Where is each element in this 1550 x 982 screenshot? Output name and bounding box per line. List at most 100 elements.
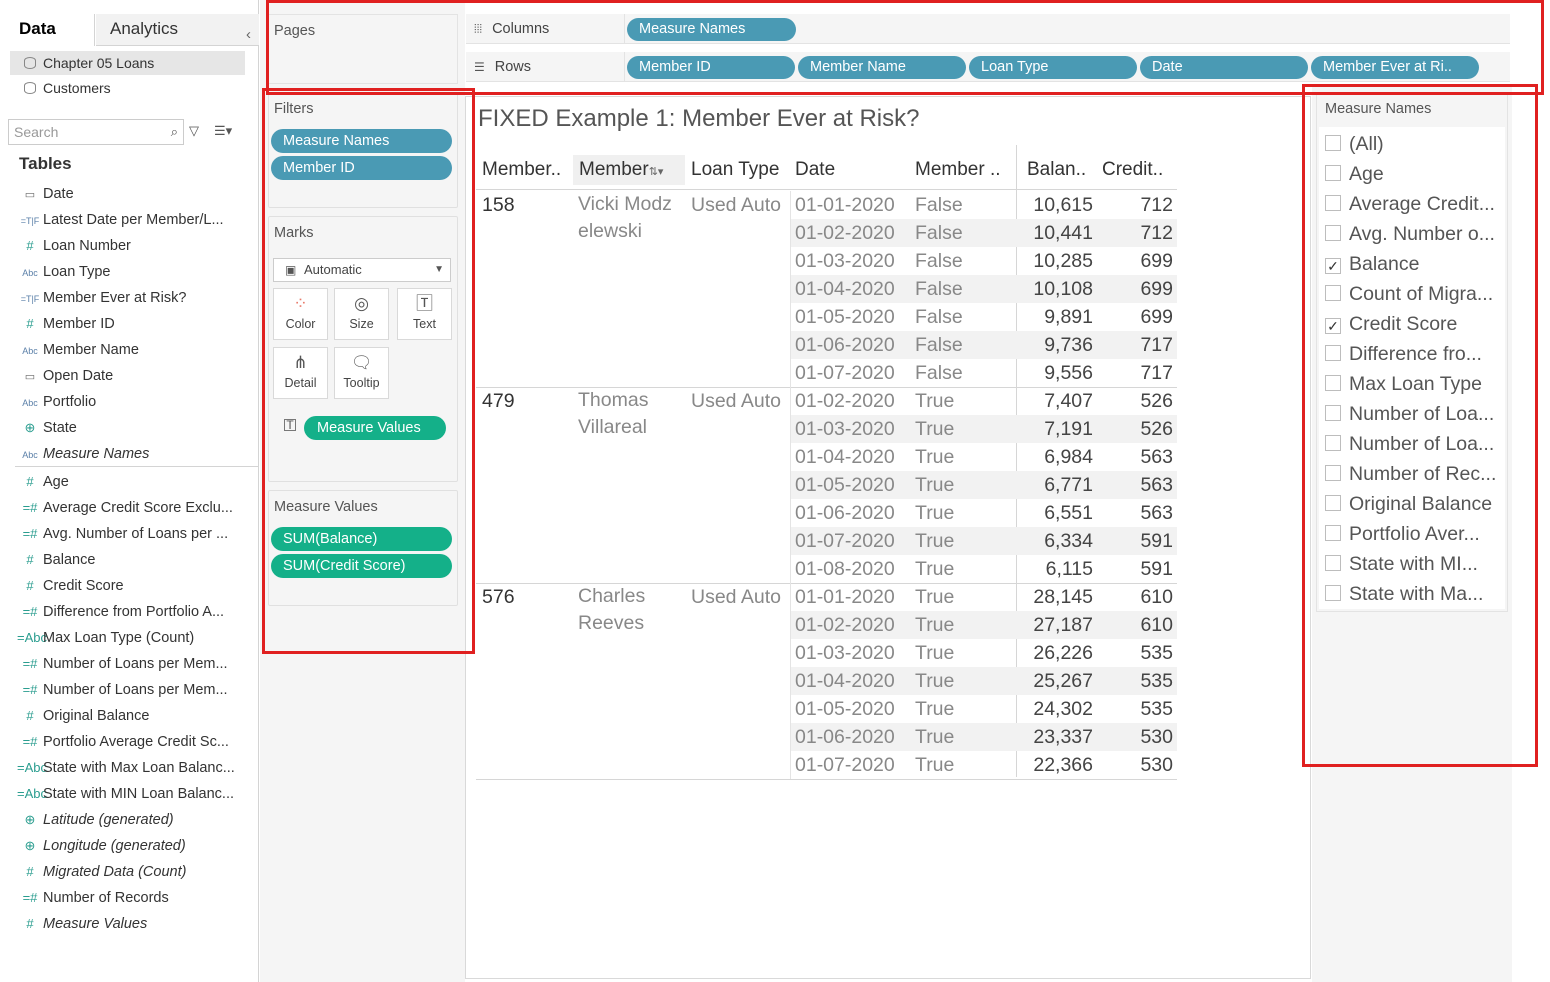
- filter-option[interactable]: Avg. Number o...: [1325, 219, 1495, 249]
- field-item[interactable]: =# Difference from Portfolio A...: [17, 599, 257, 625]
- measure-pill-balance[interactable]: SUM(Balance): [271, 527, 452, 551]
- rows-pill-loan-type[interactable]: Loan Type: [969, 56, 1137, 79]
- field-item[interactable]: =# Portfolio Average Credit Sc...: [17, 729, 257, 755]
- risk-flag-cell: True: [915, 390, 955, 412]
- checkbox-icon[interactable]: [1325, 585, 1341, 601]
- field-item[interactable]: # Member ID: [17, 311, 257, 337]
- rows-pill-date[interactable]: Date: [1140, 56, 1308, 79]
- field-item[interactable]: # Loan Number: [17, 233, 257, 259]
- filter-pill-measure-names[interactable]: Measure Names: [271, 129, 452, 153]
- field-item[interactable]: =# Number of Loans per Mem...: [17, 651, 257, 677]
- checkbox-icon[interactable]: [1325, 375, 1341, 391]
- checkbox-checked-icon[interactable]: ✓: [1325, 318, 1341, 334]
- field-item[interactable]: Abc Member Name: [17, 337, 257, 363]
- tab-analytics[interactable]: Analytics ‹: [96, 14, 259, 46]
- color-button[interactable]: ⁘ Color: [273, 288, 328, 340]
- field-item[interactable]: =# Average Credit Score Exclu...: [17, 495, 257, 521]
- mark-type-dropdown[interactable]: ▣ Automatic ▼: [273, 258, 451, 282]
- filter-option[interactable]: Max Loan Type: [1325, 369, 1482, 399]
- filter-pill-member-id[interactable]: Member ID: [271, 156, 452, 180]
- datasource-item[interactable]: Chapter 05 Loans: [10, 51, 245, 75]
- filter-option[interactable]: Original Balance: [1325, 489, 1492, 519]
- checkbox-icon[interactable]: [1325, 195, 1341, 211]
- field-item[interactable]: =AbcState with Max Loan Balanc...: [17, 755, 257, 781]
- datasource-item[interactable]: Customers: [10, 76, 245, 100]
- filter-option[interactable]: State with Ma...: [1325, 579, 1483, 609]
- field-item[interactable]: Abc Loan Type: [17, 259, 257, 285]
- header-credit-score[interactable]: Credit..: [1102, 155, 1182, 185]
- checkbox-icon[interactable]: [1325, 135, 1341, 151]
- detail-button[interactable]: ⋔ Detail: [273, 347, 328, 399]
- filter-option[interactable]: State with MI...: [1325, 549, 1478, 579]
- size-button[interactable]: ◎ Size: [334, 288, 389, 340]
- checkbox-icon[interactable]: [1325, 345, 1341, 361]
- filter-option[interactable]: ✓ Balance: [1325, 249, 1419, 279]
- checkbox-icon[interactable]: [1325, 555, 1341, 571]
- rows-pill-member-id[interactable]: Member ID: [627, 56, 795, 79]
- filter-option[interactable]: Number of Loa...: [1325, 399, 1494, 429]
- checkbox-icon[interactable]: [1325, 495, 1341, 511]
- filter-option[interactable]: Portfolio Aver...: [1325, 519, 1480, 549]
- filter-icon[interactable]: ▽: [189, 123, 199, 139]
- field-item[interactable]: =# Number of Records: [17, 885, 257, 911]
- measure-pill-credit-score[interactable]: SUM(Credit Score): [271, 554, 452, 578]
- text-button[interactable]: 🅃 Text: [397, 288, 452, 340]
- field-item[interactable]: ⊕ State: [17, 415, 257, 441]
- field-item[interactable]: =# Avg. Number of Loans per ...: [17, 521, 257, 547]
- header-member-id[interactable]: Member..: [482, 155, 574, 185]
- collapse-pane-icon[interactable]: ‹: [246, 20, 251, 50]
- header-member-name[interactable]: Member⇅▾: [573, 155, 685, 185]
- view-options-icon[interactable]: ☰▾: [214, 123, 232, 139]
- filter-option[interactable]: (All): [1325, 129, 1384, 159]
- marks-pill-measure-values[interactable]: Measure Values: [304, 416, 446, 440]
- field-item[interactable]: =T|F Member Ever at Risk?: [17, 285, 257, 311]
- columns-pill-measure-names[interactable]: Measure Names: [627, 18, 796, 41]
- tooltip-button[interactable]: 🗨 Tooltip: [334, 347, 389, 399]
- field-item[interactable]: # Measure Values: [17, 911, 257, 937]
- filter-option[interactable]: Difference fro...: [1325, 339, 1482, 369]
- field-item[interactable]: ⊕ Longitude (generated): [17, 833, 257, 859]
- checkbox-icon[interactable]: [1325, 465, 1341, 481]
- field-item[interactable]: # Age: [17, 469, 257, 495]
- sort-icon[interactable]: ⇅▾: [649, 166, 664, 178]
- field-item[interactable]: ▭ Open Date: [17, 363, 257, 389]
- rows-shelf[interactable]: ☰ Rows Member ID Member Name Loan Type Da…: [466, 52, 1510, 82]
- field-label: Loan Number: [43, 238, 131, 254]
- checkbox-icon[interactable]: [1325, 525, 1341, 541]
- checkbox-icon[interactable]: [1325, 225, 1341, 241]
- checkbox-icon[interactable]: [1325, 165, 1341, 181]
- field-item[interactable]: # Credit Score: [17, 573, 257, 599]
- checkbox-icon[interactable]: [1325, 405, 1341, 421]
- filter-option[interactable]: Average Credit...: [1325, 189, 1495, 219]
- filter-option[interactable]: ✓ Credit Score: [1325, 309, 1457, 339]
- field-item[interactable]: =AbcMax Loan Type (Count): [17, 625, 257, 651]
- checkbox-icon[interactable]: [1325, 435, 1341, 451]
- header-loan-type[interactable]: Loan Type: [691, 155, 791, 185]
- tab-data[interactable]: Data: [0, 14, 95, 46]
- field-item[interactable]: # Original Balance: [17, 703, 257, 729]
- filter-option[interactable]: Count of Migra...: [1325, 279, 1493, 309]
- field-item[interactable]: ⊕ Latitude (generated): [17, 807, 257, 833]
- filter-option-label: (All): [1349, 133, 1384, 155]
- rows-pill-member-ever-at-risk[interactable]: Member Ever at Ri..: [1311, 56, 1479, 79]
- filter-option[interactable]: Number of Rec...: [1325, 459, 1496, 489]
- field-item[interactable]: Abc Portfolio: [17, 389, 257, 415]
- field-item[interactable]: # Migrated Data (Count): [17, 859, 257, 885]
- field-item[interactable]: =AbcState with MIN Loan Balanc...: [17, 781, 257, 807]
- checkbox-checked-icon[interactable]: ✓: [1325, 258, 1341, 274]
- field-item[interactable]: ▭ Date: [17, 181, 257, 207]
- balance-cell: 6,115: [1045, 558, 1093, 580]
- filter-option[interactable]: Age: [1325, 159, 1384, 189]
- header-balance[interactable]: Balan..: [1027, 155, 1107, 185]
- header-date[interactable]: Date: [795, 155, 895, 185]
- checkbox-icon[interactable]: [1325, 285, 1341, 301]
- field-item[interactable]: =# Number of Loans per Mem...: [17, 677, 257, 703]
- field-item[interactable]: Abc Measure Names: [17, 441, 257, 467]
- field-item[interactable]: =T|F Latest Date per Member/L...: [17, 207, 257, 233]
- field-item[interactable]: # Balance: [17, 547, 257, 573]
- header-member-ever-at-risk[interactable]: Member ..: [915, 155, 1015, 185]
- rows-pill-member-name[interactable]: Member Name: [798, 56, 966, 79]
- columns-shelf[interactable]: ⦙⦙⦙ Columns Measure Names: [466, 14, 1510, 44]
- search-input[interactable]: Search ⌕: [8, 119, 184, 145]
- filter-option[interactable]: Number of Loa...: [1325, 429, 1494, 459]
